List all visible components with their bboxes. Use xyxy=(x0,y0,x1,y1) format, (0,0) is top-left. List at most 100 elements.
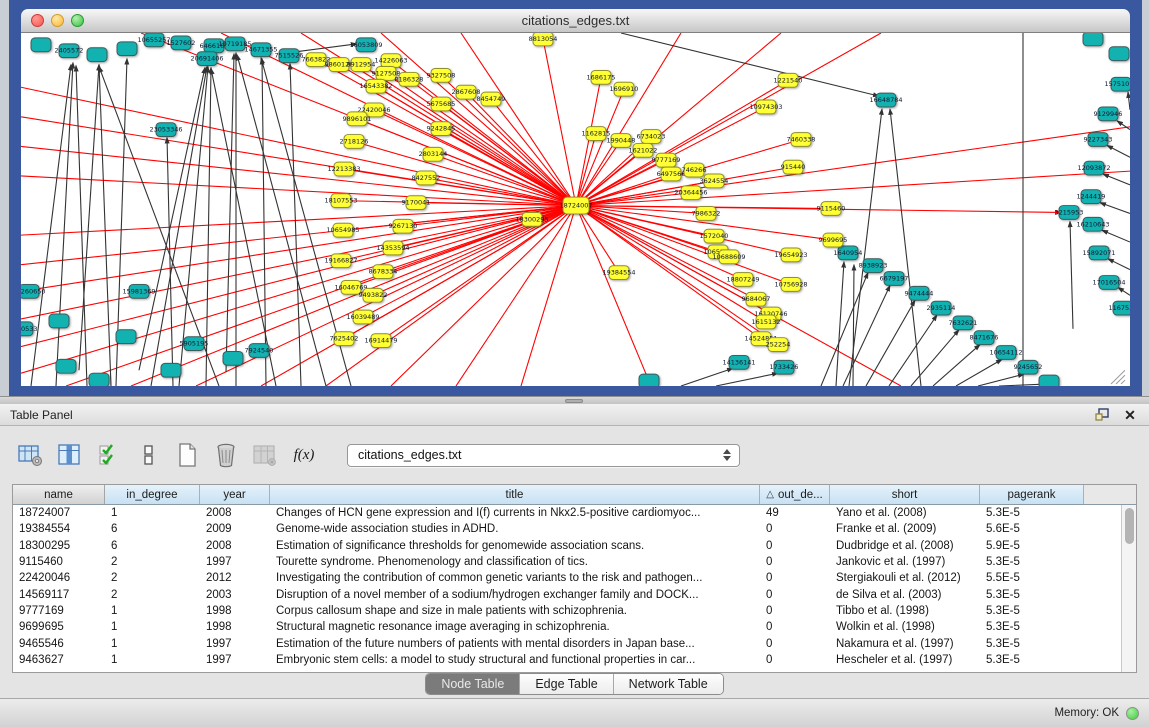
table-cell[interactable]: 2 xyxy=(105,556,200,568)
table-cell[interactable]: Franke et al. (2009) xyxy=(830,523,980,535)
table-row[interactable]: 1938455462009Genome-wide association stu… xyxy=(13,521,1121,537)
table-row[interactable]: 1830029562008Estimation of significance … xyxy=(13,538,1121,554)
table-cell[interactable]: Disruption of a novel member of a sodium… xyxy=(270,589,760,601)
network-node[interactable]: 8678334 xyxy=(369,265,398,279)
table-cell[interactable]: 9699695 xyxy=(13,621,105,633)
table-row[interactable]: 969969511998Structural magnetic resonanc… xyxy=(13,619,1121,635)
network-node[interactable]: 9227343 xyxy=(1084,133,1113,147)
network-window-titlebar[interactable]: citations_edges.txt xyxy=(21,9,1130,33)
table-cell[interactable]: 18300295 xyxy=(13,540,105,552)
network-node[interactable]: 1244419 xyxy=(1077,190,1106,204)
table-cell[interactable]: Estimation of the future numbers of pati… xyxy=(270,638,760,650)
network-node[interactable]: 16039489 xyxy=(346,310,379,324)
network-node[interactable] xyxy=(1083,33,1103,46)
table-row[interactable]: 946554611997Estimation of the future num… xyxy=(13,635,1121,651)
network-node[interactable]: 19166827 xyxy=(324,254,357,268)
network-node[interactable] xyxy=(117,42,137,56)
table-cell[interactable]: Wolkin et al. (1998) xyxy=(830,621,980,633)
table-cell[interactable]: 5.3E-5 xyxy=(980,638,1084,650)
network-node[interactable]: 8454749 xyxy=(477,92,506,106)
table-row[interactable]: 946362711997Embryonic stem cells: a mode… xyxy=(13,652,1121,668)
table-select-dropdown[interactable]: citations_edges.txt xyxy=(347,444,740,467)
network-node[interactable]: 7632621 xyxy=(949,316,978,330)
network-node[interactable]: 10655257 xyxy=(137,33,170,47)
network-node[interactable]: 16053809 xyxy=(349,38,382,52)
network-node[interactable]: 23053346 xyxy=(149,123,182,137)
network-node[interactable] xyxy=(87,48,107,62)
network-node[interactable]: 14671355 xyxy=(244,43,277,57)
network-node[interactable]: 16210643 xyxy=(1076,217,1109,231)
network-node[interactable]: 14353594 xyxy=(376,241,409,255)
table-cell[interactable]: 1 xyxy=(105,654,200,666)
table-cell[interactable]: 1 xyxy=(105,507,200,519)
table-cell[interactable]: 1998 xyxy=(200,605,270,617)
table-cell[interactable]: 2009 xyxy=(200,523,270,535)
table-cell[interactable]: Tourette syndrome. Phenomenology and cla… xyxy=(270,556,760,568)
table-cell[interactable]: Structural magnetic resonance image aver… xyxy=(270,621,760,633)
network-node[interactable]: 18724007 xyxy=(559,197,592,214)
table-cell[interactable]: 0 xyxy=(760,589,830,601)
panel-splitter[interactable] xyxy=(0,396,1149,404)
network-node[interactable]: 19384554 xyxy=(602,266,635,280)
table-cell[interactable]: Corpus callosum shape and size in male p… xyxy=(270,605,760,617)
new-table-icon[interactable] xyxy=(174,442,200,468)
network-node[interactable]: 19654923 xyxy=(774,248,807,262)
table-cell[interactable]: 9115460 xyxy=(13,556,105,568)
network-node[interactable]: 2405572 xyxy=(55,44,84,58)
table-cell[interactable]: 1997 xyxy=(200,556,270,568)
table-cell[interactable]: 22420046 xyxy=(13,572,105,584)
network-node[interactable] xyxy=(31,38,51,52)
network-node[interactable]: 5905195 xyxy=(180,337,209,351)
table-cell[interactable]: 5.3E-5 xyxy=(980,507,1084,519)
network-node[interactable]: 915440 xyxy=(781,160,806,174)
memory-status-icon[interactable] xyxy=(1126,707,1139,720)
network-node[interactable]: 16914479 xyxy=(364,334,397,348)
column-header-pagerank[interactable]: pagerank xyxy=(980,485,1084,504)
table-cell[interactable]: 2 xyxy=(105,589,200,601)
row-height-icon[interactable] xyxy=(135,442,161,468)
network-node[interactable]: 1696910 xyxy=(610,82,639,96)
table-cell[interactable]: Changes of HCN gene expression and I(f) … xyxy=(270,507,760,519)
table-cell[interactable]: 5.3E-5 xyxy=(980,654,1084,666)
table-cell[interactable]: Jankovic et al. (1997) xyxy=(830,556,980,568)
table-cell[interactable]: 6 xyxy=(105,523,200,535)
table-cell[interactable]: 5.9E-5 xyxy=(980,540,1084,552)
table-cell[interactable]: 1 xyxy=(105,605,200,617)
network-node[interactable]: 9810533 xyxy=(21,322,37,336)
column-header-year[interactable]: year xyxy=(200,485,270,504)
table-cell[interactable]: 0 xyxy=(760,572,830,584)
show-column-icon[interactable] xyxy=(57,442,83,468)
network-node[interactable]: 9245652 xyxy=(1014,360,1043,374)
network-node[interactable]: 9493822 xyxy=(359,288,388,302)
network-node[interactable]: 1167534 xyxy=(1109,301,1130,315)
network-node[interactable] xyxy=(223,351,243,365)
network-node[interactable]: 9170041 xyxy=(402,196,431,210)
network-node[interactable]: 1733426 xyxy=(770,360,799,374)
table-cell[interactable]: Tibbo et al. (1998) xyxy=(830,605,980,617)
network-node[interactable]: 7625402 xyxy=(330,332,359,346)
table-cell[interactable]: Dudbridge et al. (2008) xyxy=(830,540,980,552)
network-node[interactable]: 1640954 xyxy=(834,246,863,260)
table-cell[interactable]: 5.6E-5 xyxy=(980,523,1084,535)
table-cell[interactable]: Hescheler et al. (1997) xyxy=(830,654,980,666)
table-cell[interactable]: 0 xyxy=(760,605,830,617)
table-row[interactable]: 1456911722003Disruption of a novel membe… xyxy=(13,586,1121,602)
table-cell[interactable]: Embryonic stem cells: a model to study s… xyxy=(270,654,760,666)
table-row[interactable]: 2242004622012Investigating the contribut… xyxy=(13,570,1121,586)
network-node[interactable]: 8471676 xyxy=(970,331,999,345)
delete-table-icon[interactable] xyxy=(213,442,239,468)
vertical-scrollbar[interactable] xyxy=(1121,505,1136,672)
table-cell[interactable]: 2008 xyxy=(200,540,270,552)
splitter-grip-icon[interactable] xyxy=(565,399,583,403)
network-node[interactable]: 7515526 xyxy=(275,49,304,63)
table-cell[interactable]: 14569117 xyxy=(13,589,105,601)
network-node[interactable]: 12213383 xyxy=(327,162,360,176)
table-cell[interactable]: 0 xyxy=(760,621,830,633)
network-node[interactable]: 7924540 xyxy=(245,344,274,358)
table-cell[interactable]: Stergiakouli et al. (2012) xyxy=(830,572,980,584)
network-node[interactable]: 5675685 xyxy=(427,97,456,111)
network-node[interactable]: 10688609 xyxy=(712,250,745,264)
canvas-resize-grip-icon[interactable] xyxy=(1111,370,1125,384)
table-cell[interactable]: 2003 xyxy=(200,589,270,601)
network-node[interactable]: 2935114 xyxy=(927,301,956,315)
